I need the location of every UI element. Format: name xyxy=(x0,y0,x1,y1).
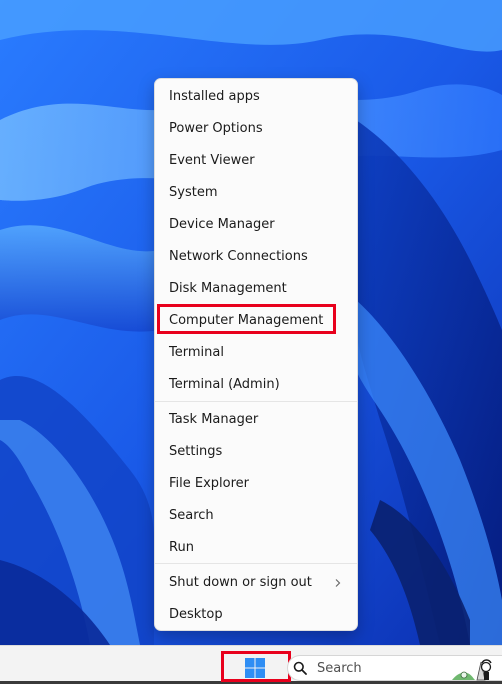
menu-item-terminal[interactable]: Terminal xyxy=(169,345,224,361)
menu-item-network-connections[interactable]: Network Connections xyxy=(169,249,308,265)
menu-item-file-explorer[interactable]: File Explorer xyxy=(169,476,249,492)
menu-item-shut-down-or-sign-out[interactable]: Shut down or sign out xyxy=(169,575,312,591)
menu-item-system[interactable]: System xyxy=(169,185,217,201)
search-label: Search xyxy=(317,661,362,676)
menu-item-desktop[interactable]: Desktop xyxy=(169,607,223,623)
search-highlight-icon[interactable] xyxy=(451,656,493,682)
menu-item-power-options[interactable]: Power Options xyxy=(169,121,263,137)
menu-divider xyxy=(155,401,357,402)
menu-item-disk-management[interactable]: Disk Management xyxy=(169,281,287,297)
windows-logo-icon[interactable] xyxy=(244,657,266,679)
menu-item-settings[interactable]: Settings xyxy=(169,444,222,460)
search-icon xyxy=(293,661,307,675)
menu-item-task-manager[interactable]: Task Manager xyxy=(169,412,258,428)
quick-link-menu: Installed apps Power Options Event Viewe… xyxy=(154,78,358,631)
menu-item-event-viewer[interactable]: Event Viewer xyxy=(169,153,255,169)
menu-item-computer-management[interactable]: Computer Management xyxy=(169,313,323,329)
menu-divider xyxy=(155,563,357,564)
menu-item-run[interactable]: Run xyxy=(169,540,194,556)
menu-item-installed-apps[interactable]: Installed apps xyxy=(169,89,260,105)
menu-item-terminal-admin[interactable]: Terminal (Admin) xyxy=(169,377,280,393)
menu-item-search[interactable]: Search xyxy=(169,508,214,524)
chevron-right-icon xyxy=(335,579,341,587)
menu-item-device-manager[interactable]: Device Manager xyxy=(169,217,275,233)
